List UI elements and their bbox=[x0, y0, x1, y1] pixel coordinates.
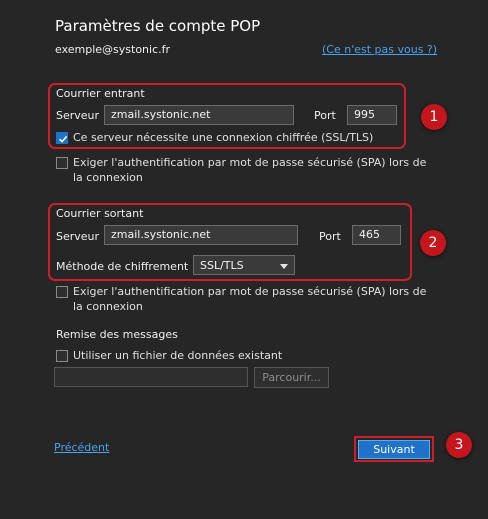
ssl-checkbox-label: Ce serveur nécessite une connexion chiff… bbox=[73, 131, 374, 144]
page-title: Paramètres de compte POP bbox=[55, 17, 261, 35]
chevron-down-icon bbox=[280, 264, 288, 269]
browse-button[interactable]: Parcourir... bbox=[254, 367, 329, 388]
encryption-method-label: Méthode de chiffrement bbox=[56, 260, 189, 273]
incoming-port-input[interactable]: 995 bbox=[347, 105, 397, 125]
ssl-checkbox[interactable] bbox=[56, 132, 68, 144]
outgoing-server-input[interactable]: zmail.systonic.net bbox=[104, 225, 298, 245]
incoming-spa-label: Exiger l'authentification par mot de pas… bbox=[73, 156, 427, 184]
outgoing-spa-label: Exiger l'authentification par mot de pas… bbox=[73, 285, 427, 313]
annotation-badge-1: 1 bbox=[421, 104, 447, 130]
outgoing-port-input[interactable]: 465 bbox=[352, 225, 401, 245]
incoming-section-label: Courrier entrant bbox=[56, 87, 145, 100]
existing-file-label: Utiliser un fichier de données existant bbox=[73, 349, 283, 362]
checkmark-icon bbox=[58, 135, 68, 143]
not-you-link[interactable]: (Ce n'est pas vous ?) bbox=[322, 43, 437, 56]
data-file-path-input[interactable] bbox=[54, 367, 248, 387]
outgoing-port-label: Port bbox=[319, 230, 341, 243]
delivery-section-label: Remise des messages bbox=[56, 328, 178, 341]
incoming-server-label: Serveur bbox=[56, 109, 100, 122]
annotation-badge-3: 3 bbox=[446, 432, 472, 458]
account-email: exemple@systonic.fr bbox=[55, 43, 171, 56]
outgoing-server-label: Serveur bbox=[56, 230, 100, 243]
incoming-port-label: Port bbox=[314, 109, 336, 122]
existing-file-checkbox[interactable] bbox=[56, 350, 68, 362]
incoming-spa-checkbox[interactable] bbox=[56, 157, 68, 169]
outgoing-spa-checkbox[interactable] bbox=[56, 286, 68, 298]
previous-link[interactable]: Précédent bbox=[54, 441, 109, 454]
incoming-server-input[interactable]: zmail.systonic.net bbox=[104, 105, 294, 125]
outgoing-section-label: Courrier sortant bbox=[56, 207, 144, 220]
encryption-method-value: SSL/TLS bbox=[200, 259, 244, 272]
next-button[interactable]: Suivant bbox=[358, 440, 430, 459]
annotation-badge-2: 2 bbox=[420, 230, 446, 256]
encryption-method-select[interactable]: SSL/TLS bbox=[193, 255, 295, 275]
